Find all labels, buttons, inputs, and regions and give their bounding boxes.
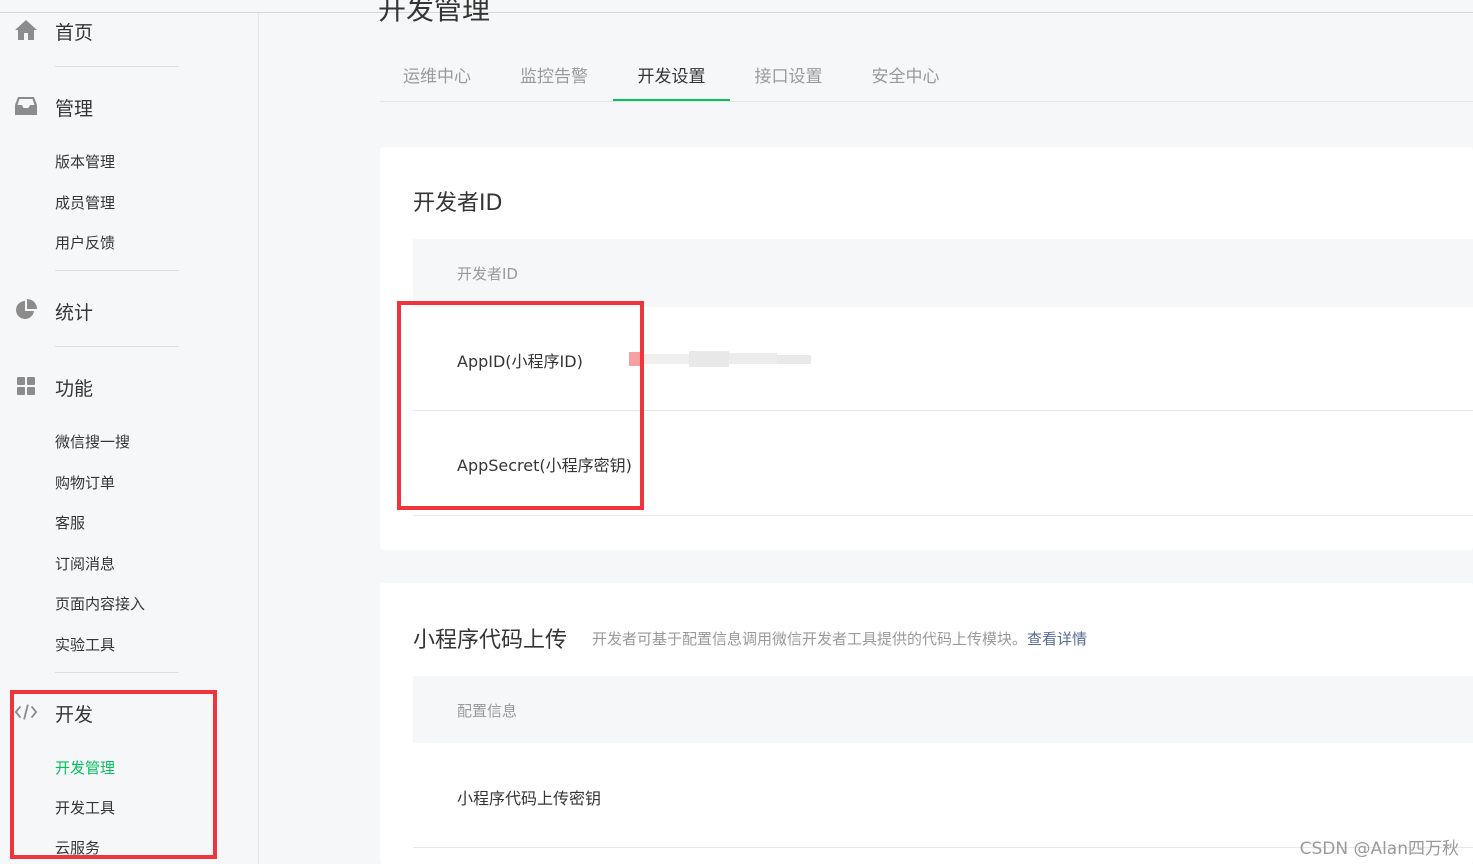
tab-dev-settings[interactable]: 开发设置 xyxy=(613,53,730,99)
highlight-box-dev-menu xyxy=(10,690,217,859)
pie-chart-icon xyxy=(14,298,38,322)
sidebar-item-page-content[interactable]: 页面内容接入 xyxy=(55,593,145,614)
table-header: 配置信息 xyxy=(413,676,1473,743)
table-header-label: 配置信息 xyxy=(457,702,518,720)
sidebar-divider xyxy=(55,672,179,673)
sidebar-item-version[interactable]: 版本管理 xyxy=(55,151,115,172)
sidebar-group-label: 功能 xyxy=(55,378,94,400)
table-header: 开发者ID xyxy=(413,239,1473,307)
sidebar-divider xyxy=(55,66,179,67)
sidebar-item-members[interactable]: 成员管理 xyxy=(55,192,115,213)
sidebar-divider xyxy=(55,270,179,271)
grid-icon xyxy=(14,374,38,398)
sidebar-item-subscribe-messages[interactable]: 订阅消息 xyxy=(55,553,115,574)
sidebar-item-feedback[interactable]: 用户反馈 xyxy=(55,232,115,253)
sidebar-divider xyxy=(55,346,179,347)
tab-bar: 运维中心 监控告警 开发设置 接口设置 安全中心 xyxy=(380,53,1473,102)
tab-ops-center[interactable]: 运维中心 xyxy=(380,53,494,99)
row-divider xyxy=(413,515,1473,516)
sidebar-item-label: 统计 xyxy=(55,302,94,324)
active-tab-underline xyxy=(613,99,730,101)
sidebar-group-label: 管理 xyxy=(55,98,94,120)
sidebar-item-label: 首页 xyxy=(55,22,94,44)
tab-security-center[interactable]: 安全中心 xyxy=(847,53,964,99)
tab-monitoring-alerts[interactable]: 监控告警 xyxy=(497,53,611,99)
watermark: CSDN @Alan四万秋 xyxy=(1299,839,1459,859)
highlight-box-appid xyxy=(397,301,644,510)
sidebar-item-experiment-tools[interactable]: 实验工具 xyxy=(55,634,115,655)
table-header-label: 开发者ID xyxy=(457,265,518,283)
tab-api-settings[interactable]: 接口设置 xyxy=(730,53,847,99)
sidebar-item-wechat-search[interactable]: 微信搜一搜 xyxy=(55,431,130,452)
appid-value-redacted xyxy=(629,350,811,368)
card-description: 开发者可基于配置信息调用微信开发者工具提供的代码上传模块。查看详情 xyxy=(592,628,1087,649)
inbox-icon xyxy=(14,94,38,118)
home-icon xyxy=(14,18,38,42)
upload-key-label: 小程序代码上传密钥 xyxy=(457,789,602,808)
card-description-text: 开发者可基于配置信息调用微信开发者工具提供的代码上传模块。 xyxy=(592,630,1028,648)
sidebar-item-shopping-orders[interactable]: 购物订单 xyxy=(55,472,115,493)
page-title: 开发管理 xyxy=(378,0,491,26)
view-details-link[interactable]: 查看详情 xyxy=(1027,630,1087,648)
sidebar-item-customer-service[interactable]: 客服 xyxy=(55,512,85,533)
card-title: 开发者ID xyxy=(413,191,503,216)
card-title: 小程序代码上传 xyxy=(413,628,568,653)
